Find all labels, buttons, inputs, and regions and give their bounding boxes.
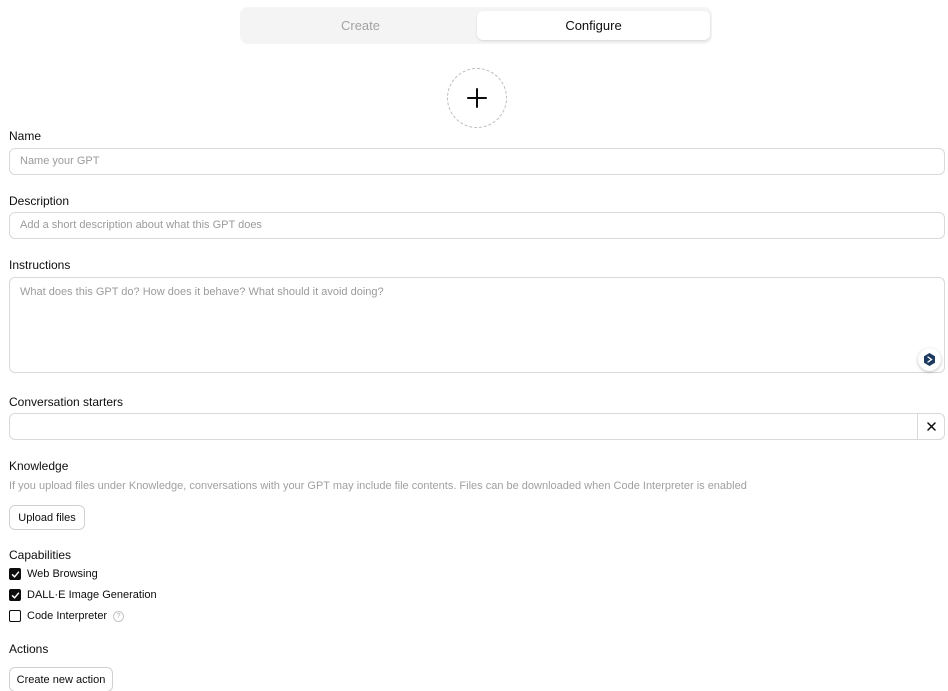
- check-icon: [11, 570, 19, 578]
- capability-dalle[interactable]: DALL·E Image Generation: [9, 588, 157, 602]
- description-placeholder: Add a short description about what this …: [20, 219, 262, 231]
- knowledge-label: Knowledge: [9, 459, 69, 473]
- name-placeholder: Name your GPT: [20, 155, 100, 167]
- close-icon: [926, 422, 936, 431]
- description-label: Description: [9, 194, 70, 208]
- capability-code-interpreter[interactable]: Code Interpreter ?: [9, 609, 125, 623]
- name-label: Name: [9, 129, 42, 143]
- tab-create[interactable]: Create: [244, 11, 477, 40]
- knowledge-helper-text: If you upload files under Knowledge, con…: [9, 480, 747, 492]
- actions-label: Actions: [9, 642, 49, 656]
- conversation-starters-label: Conversation starters: [9, 395, 124, 409]
- capability-web-browsing[interactable]: Web Browsing: [9, 567, 98, 581]
- remove-starter-button[interactable]: [917, 414, 944, 439]
- mode-tabs: Create Configure: [240, 7, 712, 44]
- plus-icon: [467, 88, 487, 108]
- tab-configure[interactable]: Configure: [477, 11, 710, 40]
- name-input[interactable]: Name your GPT: [9, 148, 945, 175]
- conversation-starter-input[interactable]: [9, 413, 945, 440]
- capabilities-label: Capabilities: [9, 548, 72, 562]
- description-input[interactable]: Add a short description about what this …: [9, 212, 945, 239]
- upload-files-button[interactable]: Upload files: [9, 505, 85, 530]
- instructions-label: Instructions: [9, 258, 71, 272]
- code-interpreter-label: Code Interpreter: [27, 610, 108, 622]
- web-browsing-checkbox[interactable]: [9, 568, 21, 580]
- dalle-checkbox[interactable]: [9, 589, 21, 601]
- instructions-placeholder: What does this GPT do? How does it behav…: [20, 286, 384, 298]
- help-icon[interactable]: ?: [113, 610, 125, 622]
- create-new-action-button[interactable]: Create new action: [9, 667, 113, 691]
- avatar-upload-button[interactable]: [447, 68, 507, 128]
- check-icon: [11, 591, 19, 599]
- code-interpreter-checkbox[interactable]: [9, 610, 21, 622]
- dalle-label: DALL·E Image Generation: [27, 589, 157, 601]
- web-browsing-label: Web Browsing: [27, 568, 98, 580]
- assistant-extension-icon[interactable]: [918, 348, 941, 371]
- instructions-textarea[interactable]: What does this GPT do? How does it behav…: [9, 277, 945, 373]
